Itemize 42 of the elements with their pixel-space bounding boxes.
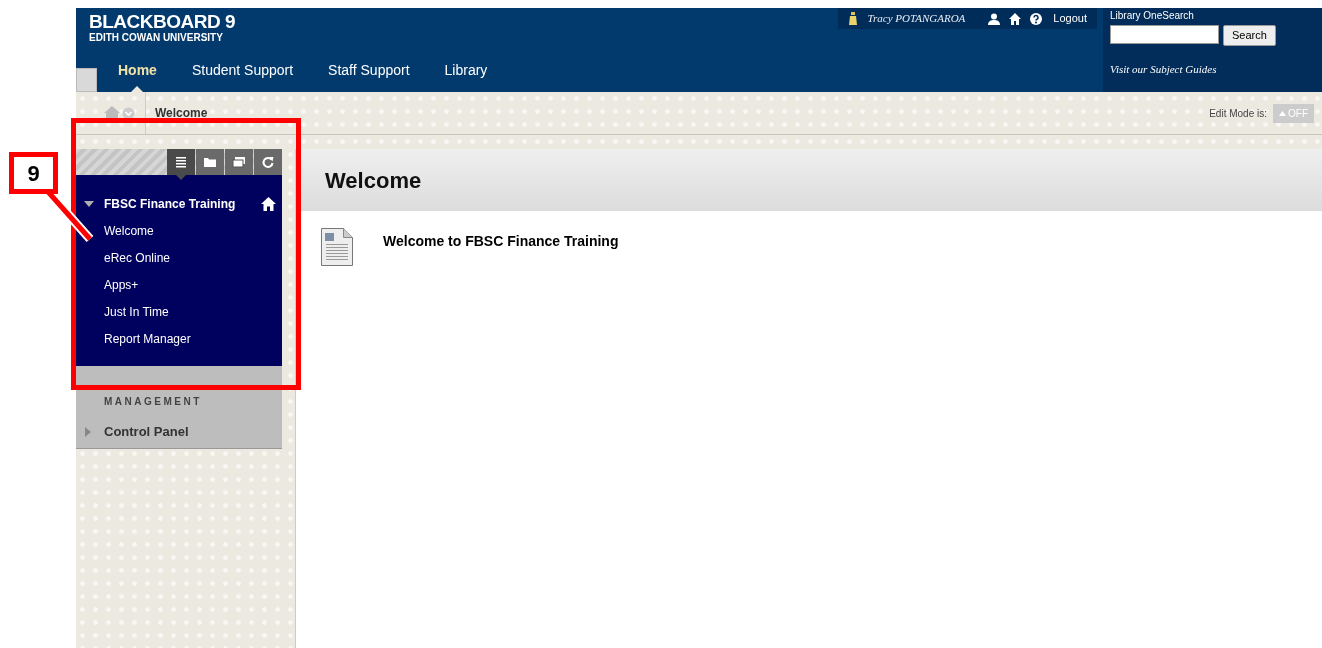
course-menu-link[interactable]: Report Manager <box>104 330 282 348</box>
chevron-down-icon[interactable] <box>122 106 135 120</box>
sidebar-tab[interactable] <box>254 149 282 175</box>
folder-icon <box>203 155 217 169</box>
callout-label: 9 <box>9 152 58 194</box>
user-name: Tracy POTANGAROA <box>867 11 966 27</box>
triangle-icon <box>1279 110 1286 116</box>
search-label: Library OneSearch <box>1110 9 1195 22</box>
course-menu-link[interactable]: Just In Time <box>104 303 282 321</box>
course-title[interactable]: FBSC Finance Training <box>104 194 261 213</box>
nav-tab[interactable]: Staff Support <box>328 59 410 81</box>
user-icon <box>848 12 859 25</box>
sidebar-tab[interactable] <box>225 149 253 175</box>
person-icon[interactable] <box>988 12 1001 25</box>
brand-subtitle: EDITH COWAN UNIVERSITY <box>89 32 224 44</box>
sidebar-tab[interactable] <box>167 149 195 175</box>
course-menu-link[interactable]: Apps+ <box>104 276 282 294</box>
breadcrumb-current: Welcome <box>155 105 208 122</box>
document-icon[interactable] <box>321 228 354 267</box>
list-icon <box>174 155 188 169</box>
logout-link[interactable]: Logout <box>1053 10 1087 27</box>
nav-tab[interactable]: Student Support <box>191 59 294 81</box>
search-button[interactable]: Search <box>1223 25 1276 46</box>
course-menu-link[interactable]: Welcome <box>104 222 282 240</box>
home-icon[interactable] <box>1009 12 1022 25</box>
subject-guides-link[interactable]: Visit our Subject Guides <box>1110 61 1315 78</box>
brand-title: BLACKBOARD 9 <box>89 11 235 32</box>
refresh-icon <box>261 155 275 169</box>
help-icon[interactable] <box>1030 12 1043 25</box>
edit-mode-label: Edit Mode is: <box>1209 106 1267 121</box>
section-heading: MANAGEMENT <box>103 395 203 409</box>
search-field[interactable] <box>1110 25 1219 44</box>
sidebar-tab[interactable] <box>196 149 224 175</box>
control-panel-link[interactable]: Control Panel <box>104 422 189 442</box>
home-icon[interactable] <box>261 196 276 211</box>
nav-tab[interactable]: Home <box>118 59 157 81</box>
windows-icon <box>232 155 246 169</box>
caret-down-icon[interactable] <box>83 199 95 208</box>
item-title-link[interactable]: Welcome to FBSC Finance Training <box>383 231 619 252</box>
nav-tab[interactable]: Library <box>444 59 488 81</box>
course-menu-link[interactable]: eRec Online <box>104 249 282 267</box>
collapse-handle[interactable] <box>76 68 97 92</box>
